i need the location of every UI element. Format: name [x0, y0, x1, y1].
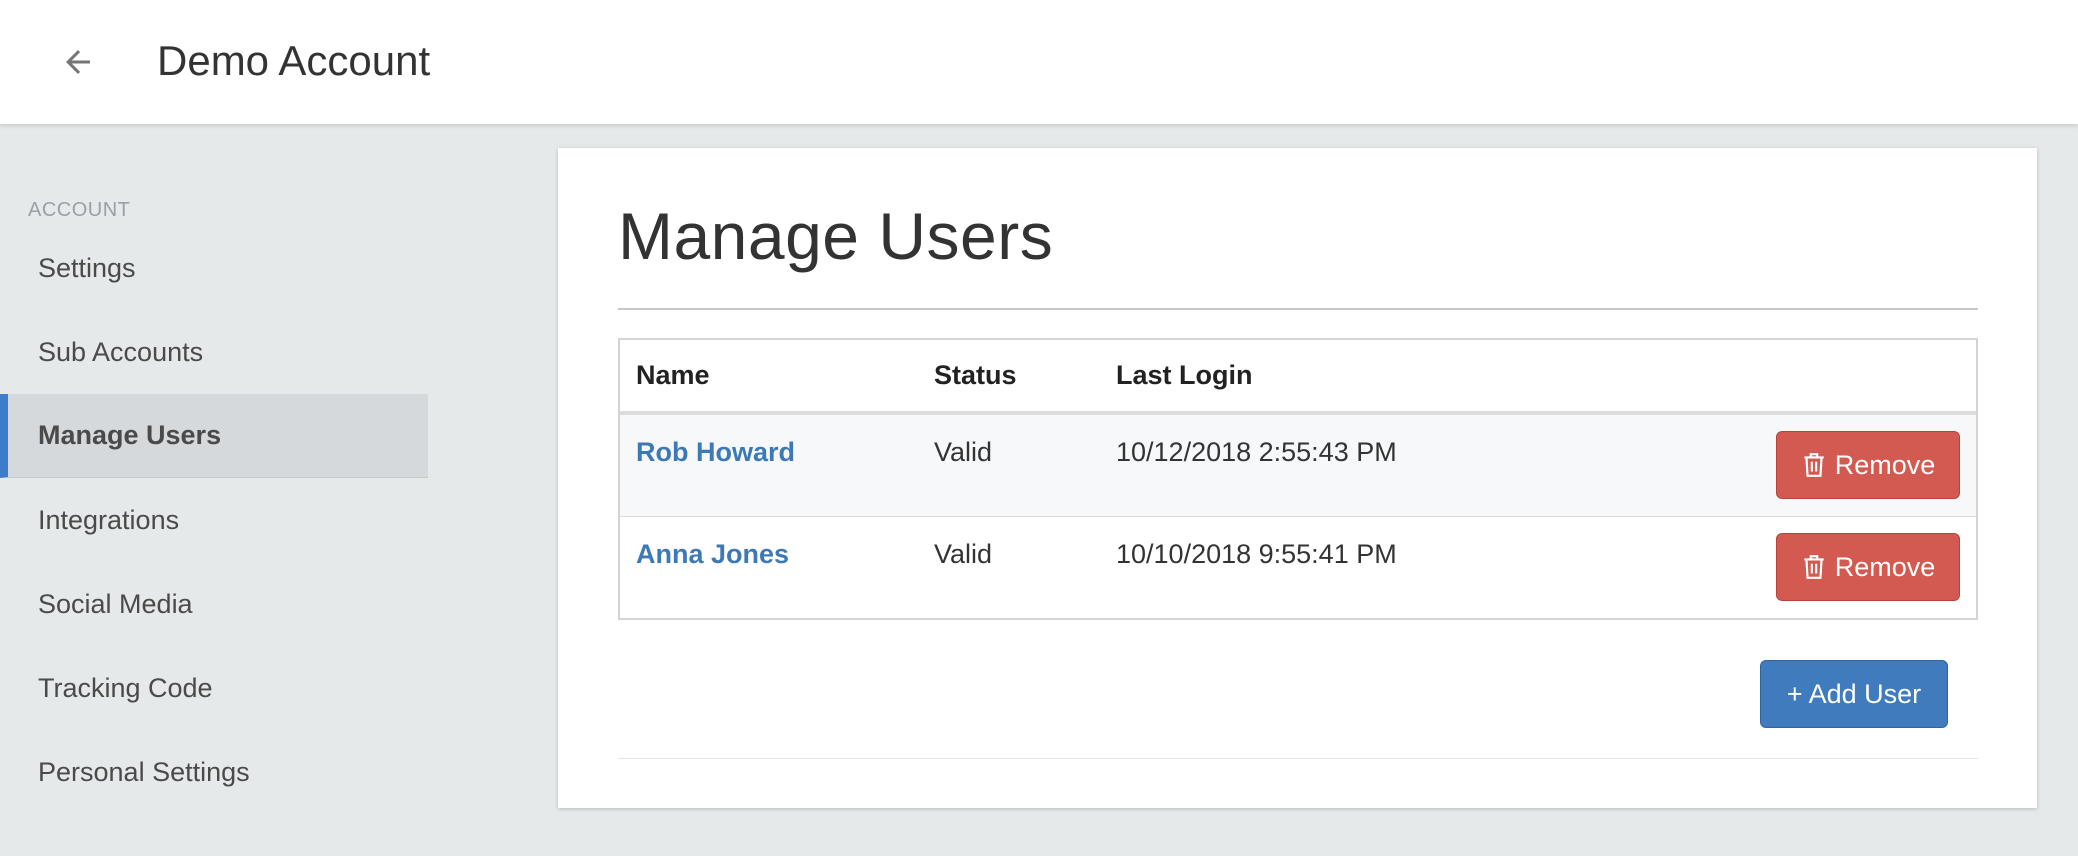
user-name-link[interactable]: Anna Jones [636, 539, 789, 570]
user-status: Valid [934, 437, 993, 467]
remove-button-label: Remove [1834, 551, 1936, 582]
manage-users-card: Manage Users Name Status Last Login Rob … [558, 148, 2037, 808]
add-user-button[interactable]: + Add User [1760, 660, 1948, 728]
page-title: Manage Users [618, 199, 1054, 273]
user-last-login: 10/12/2018 2:55:43 PM [1116, 437, 1397, 467]
sidebar-item-settings[interactable]: Settings [0, 226, 428, 310]
user-status: Valid [934, 539, 993, 569]
remove-user-button[interactable]: Remove [1776, 431, 1960, 499]
column-header-name: Name [636, 360, 710, 390]
back-button[interactable] [48, 32, 108, 92]
sidebar-item-social-media[interactable]: Social Media [0, 562, 428, 646]
column-header-status: Status [934, 360, 1017, 390]
remove-button-label: Remove [1834, 449, 1936, 480]
title-divider [618, 308, 1978, 310]
sidebar-item-personal-settings[interactable]: Personal Settings [0, 730, 428, 814]
trash-icon [1804, 453, 1824, 477]
app-header: Demo Account [0, 0, 2078, 124]
sidebar-item-tracking-code[interactable]: Tracking Code [0, 646, 428, 730]
sidebar-item-manage-users[interactable]: Manage Users [0, 394, 428, 478]
sidebar-item-integrations[interactable]: Integrations [0, 478, 428, 562]
user-name-link[interactable]: Rob Howard [636, 437, 795, 468]
sidebar-item-sub-accounts[interactable]: Sub Accounts [0, 310, 428, 394]
users-table: Name Status Last Login Rob Howard Valid … [618, 338, 1978, 620]
table-row: Rob Howard Valid 10/12/2018 2:55:43 PM R… [620, 414, 1976, 516]
footer-divider [618, 758, 1978, 759]
arrow-left-icon [66, 50, 90, 74]
table-header: Name Status Last Login [620, 340, 1976, 414]
table-row: Anna Jones Valid 10/10/2018 9:55:41 PM R… [620, 516, 1976, 618]
column-header-last-login: Last Login [1116, 360, 1253, 390]
remove-user-button[interactable]: Remove [1776, 533, 1960, 601]
trash-icon [1804, 555, 1824, 579]
account-title: Demo Account [157, 37, 431, 84]
sidebar-section-label: ACCOUNT [28, 199, 131, 221]
user-last-login: 10/10/2018 9:55:41 PM [1116, 539, 1397, 569]
